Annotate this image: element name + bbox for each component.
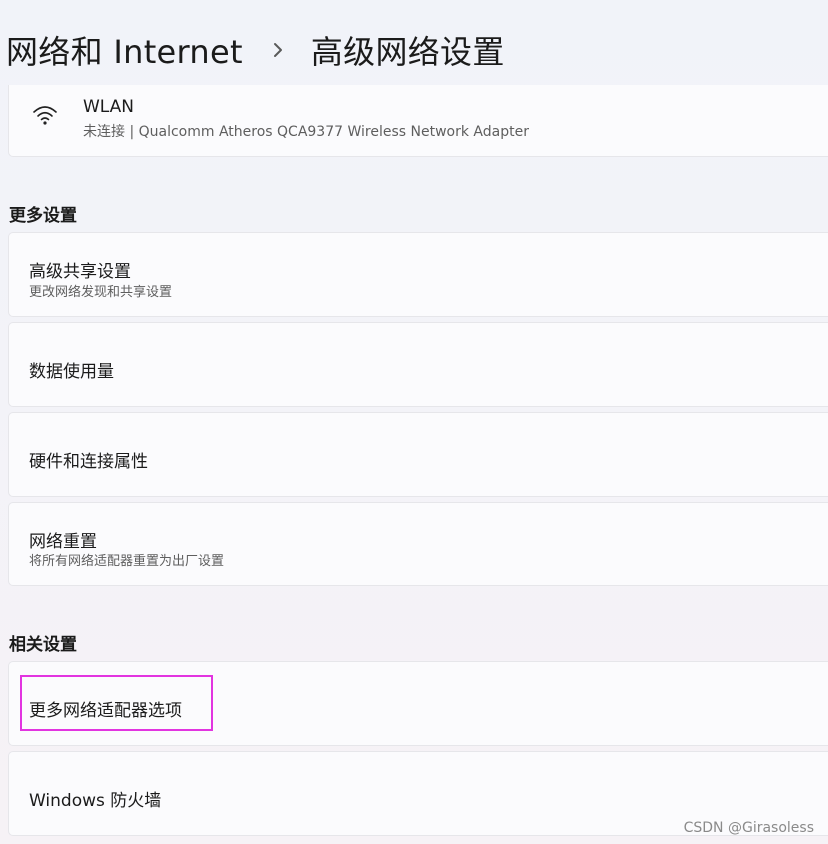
settings-item-subtitle: 将所有网络适配器重置为出厂设置 [29, 554, 225, 569]
wifi-icon [31, 103, 59, 127]
breadcrumb: 网络和 Internet 高级网络设置 [6, 26, 505, 74]
page-title: 高级网络设置 [310, 33, 505, 71]
chevron-right-icon [269, 41, 287, 59]
settings-item-title: 数据使用量 [29, 362, 114, 382]
section-related-settings: 相关设置 [9, 635, 77, 655]
breadcrumb-parent[interactable]: 网络和 Internet [6, 27, 243, 73]
settings-item-title: 硬件和连接属性 [29, 452, 148, 472]
settings-item-title: Windows 防火墙 [29, 791, 162, 811]
settings-item-title: 网络重置 [29, 532, 97, 552]
watermark: CSDN @Girasoless [683, 820, 814, 836]
settings-item-hardware-properties[interactable]: 硬件和连接属性 [8, 412, 828, 497]
adapter-name: WLAN [83, 97, 135, 117]
settings-item-subtitle: 更改网络发现和共享设置 [29, 285, 173, 300]
settings-item-network-reset[interactable]: 网络重置 将所有网络适配器重置为出厂设置 [8, 502, 828, 586]
settings-item-data-usage[interactable]: 数据使用量 [8, 322, 828, 407]
adapter-status: 未连接 | Qualcomm Atheros QCA9377 Wireless … [83, 124, 529, 140]
adapter-card-wlan[interactable]: WLAN 未连接 | Qualcomm Atheros QCA9377 Wire… [8, 85, 828, 157]
settings-item-advanced-sharing[interactable]: 高级共享设置 更改网络发现和共享设置 [8, 232, 828, 317]
highlight-box [20, 675, 213, 731]
section-more-settings: 更多设置 [9, 206, 77, 226]
settings-item-title: 高级共享设置 [29, 262, 131, 282]
